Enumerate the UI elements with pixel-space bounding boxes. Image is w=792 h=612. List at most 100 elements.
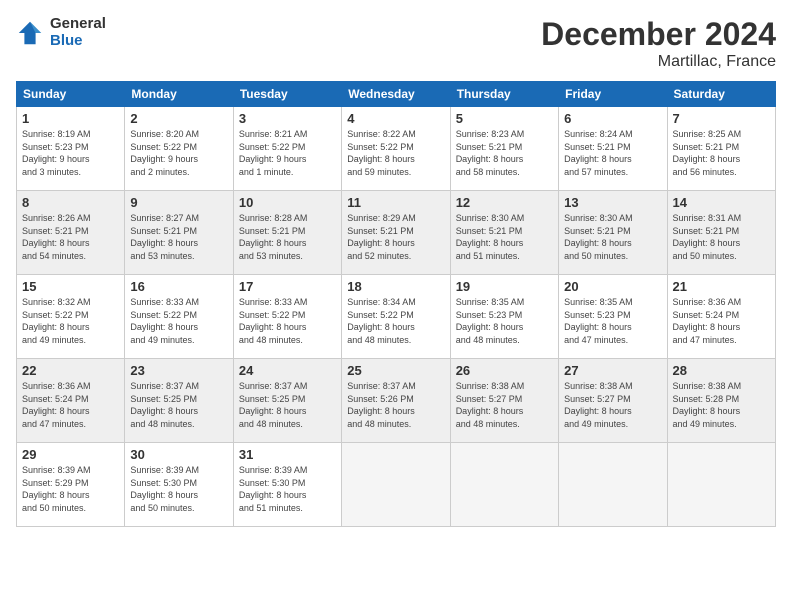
- calendar-day-8: 8 Sunrise: 8:26 AMSunset: 5:21 PMDaylight…: [17, 191, 125, 275]
- day-number: 13: [564, 195, 661, 210]
- calendar-header-tuesday: Tuesday: [233, 82, 341, 107]
- calendar-day-22: 22Sunrise: 8:36 AMSunset: 5:24 PMDayligh…: [17, 359, 125, 443]
- day-number: 28: [673, 363, 770, 378]
- calendar-week-row: 22Sunrise: 8:36 AMSunset: 5:24 PMDayligh…: [17, 359, 776, 443]
- calendar-day-19: 19Sunrise: 8:35 AMSunset: 5:23 PMDayligh…: [450, 275, 558, 359]
- day-info: Sunrise: 8:37 AMSunset: 5:26 PMDaylight:…: [347, 380, 444, 430]
- day-info: Sunrise: 8:32 AMSunset: 5:22 PMDaylight:…: [22, 296, 119, 346]
- day-info: Sunrise: 8:28 AMSunset: 5:21 PMDaylight:…: [239, 212, 336, 262]
- calendar-day-11: 11Sunrise: 8:29 AMSunset: 5:21 PMDayligh…: [342, 191, 450, 275]
- calendar-header-sunday: Sunday: [17, 82, 125, 107]
- calendar-day-10: 10 Sunrise: 8:28 AMSunset: 5:21 PMDayligh…: [233, 191, 341, 275]
- logo: General Blue: [16, 16, 106, 49]
- day-number: 9: [130, 195, 227, 210]
- day-number: 2: [130, 111, 227, 126]
- day-info: Sunrise: 8:29 AMSunset: 5:21 PMDaylight:…: [347, 212, 444, 262]
- day-number: 18: [347, 279, 444, 294]
- title-month: December 2024: [541, 16, 776, 53]
- day-number: 22: [22, 363, 119, 378]
- day-number: 5: [456, 111, 553, 126]
- calendar-day-7: 7Sunrise: 8:25 AMSunset: 5:21 PMDaylight…: [667, 107, 775, 191]
- calendar-day-31: 31Sunrise: 8:39 AMSunset: 5:30 PMDayligh…: [233, 443, 341, 527]
- calendar-week-row: 1 Sunrise: 8:19 AMSunset: 5:23 PMDaylight…: [17, 107, 776, 191]
- calendar-header-thursday: Thursday: [450, 82, 558, 107]
- calendar-header-monday: Monday: [125, 82, 233, 107]
- day-number: 23: [130, 363, 227, 378]
- day-info: Sunrise: 8:38 AMSunset: 5:27 PMDaylight:…: [456, 380, 553, 430]
- day-info: Sunrise: 8:37 AMSunset: 5:25 PMDaylight:…: [239, 380, 336, 430]
- day-info: Sunrise: 8:38 AMSunset: 5:27 PMDaylight:…: [564, 380, 661, 430]
- calendar-day-15: 15Sunrise: 8:32 AMSunset: 5:22 PMDayligh…: [17, 275, 125, 359]
- calendar-day-3: 3 Sunrise: 8:21 AMSunset: 5:22 PMDaylight…: [233, 107, 341, 191]
- calendar-day-5: 5 Sunrise: 8:23 AMSunset: 5:21 PMDaylight…: [450, 107, 558, 191]
- day-info: Sunrise: 8:39 AMSunset: 5:30 PMDaylight:…: [130, 464, 227, 514]
- calendar-header-saturday: Saturday: [667, 82, 775, 107]
- day-info: Sunrise: 8:33 AMSunset: 5:22 PMDaylight:…: [130, 296, 227, 346]
- day-info: Sunrise: 8:24 AMSunset: 5:21 PMDaylight:…: [564, 128, 661, 178]
- calendar-day-1: 1 Sunrise: 8:19 AMSunset: 5:23 PMDaylight…: [17, 107, 125, 191]
- day-number: 12: [456, 195, 553, 210]
- day-info: Sunrise: 8:34 AMSunset: 5:22 PMDaylight:…: [347, 296, 444, 346]
- calendar-day-16: 16 Sunrise: 8:33 AMSunset: 5:22 PMDayligh…: [125, 275, 233, 359]
- day-number: 6: [564, 111, 661, 126]
- calendar-day-21: 21 Sunrise: 8:36 AMSunset: 5:24 PMDayligh…: [667, 275, 775, 359]
- calendar-week-row: 15Sunrise: 8:32 AMSunset: 5:22 PMDayligh…: [17, 275, 776, 359]
- day-number: 4: [347, 111, 444, 126]
- day-info: Sunrise: 8:35 AMSunset: 5:23 PMDaylight:…: [564, 296, 661, 346]
- day-number: 25: [347, 363, 444, 378]
- day-number: 29: [22, 447, 119, 462]
- day-number: 21: [673, 279, 770, 294]
- title-location: Martillac, France: [541, 53, 776, 71]
- day-number: 8: [22, 195, 119, 210]
- calendar-day-13: 13 Sunrise: 8:30 AMSunset: 5:21 PMDayligh…: [559, 191, 667, 275]
- calendar-day-26: 26 Sunrise: 8:38 AMSunset: 5:27 PMDayligh…: [450, 359, 558, 443]
- calendar-header-row: SundayMondayTuesdayWednesdayThursdayFrid…: [17, 82, 776, 107]
- day-number: 1: [22, 111, 119, 126]
- header: General Blue December 2024 Martillac, Fr…: [16, 16, 776, 71]
- day-number: 3: [239, 111, 336, 126]
- calendar-day-empty: [667, 443, 775, 527]
- day-number: 16: [130, 279, 227, 294]
- day-info: Sunrise: 8:26 AMSunset: 5:21 PMDaylight:…: [22, 212, 119, 262]
- day-info: Sunrise: 8:23 AMSunset: 5:21 PMDaylight:…: [456, 128, 553, 178]
- day-number: 10: [239, 195, 336, 210]
- day-info: Sunrise: 8:31 AMSunset: 5:21 PMDaylight:…: [673, 212, 770, 262]
- calendar-day-30: 30 Sunrise: 8:39 AMSunset: 5:30 PMDayligh…: [125, 443, 233, 527]
- calendar-day-23: 23 Sunrise: 8:37 AMSunset: 5:25 PMDayligh…: [125, 359, 233, 443]
- calendar-day-6: 6 Sunrise: 8:24 AMSunset: 5:21 PMDaylight…: [559, 107, 667, 191]
- calendar-header-friday: Friday: [559, 82, 667, 107]
- day-number: 26: [456, 363, 553, 378]
- day-number: 17: [239, 279, 336, 294]
- day-info: Sunrise: 8:30 AMSunset: 5:21 PMDaylight:…: [456, 212, 553, 262]
- day-number: 19: [456, 279, 553, 294]
- calendar-day-14: 14Sunrise: 8:31 AMSunset: 5:21 PMDayligh…: [667, 191, 775, 275]
- calendar-day-empty: [342, 443, 450, 527]
- calendar-day-17: 17 Sunrise: 8:33 AMSunset: 5:22 PMDayligh…: [233, 275, 341, 359]
- calendar-week-row: 29Sunrise: 8:39 AMSunset: 5:29 PMDayligh…: [17, 443, 776, 527]
- calendar-day-empty: [450, 443, 558, 527]
- day-info: Sunrise: 8:33 AMSunset: 5:22 PMDaylight:…: [239, 296, 336, 346]
- day-info: Sunrise: 8:19 AMSunset: 5:23 PMDaylight:…: [22, 128, 119, 178]
- calendar-day-25: 25 Sunrise: 8:37 AMSunset: 5:26 PMDayligh…: [342, 359, 450, 443]
- day-number: 31: [239, 447, 336, 462]
- day-number: 27: [564, 363, 661, 378]
- calendar-day-24: 24 Sunrise: 8:37 AMSunset: 5:25 PMDayligh…: [233, 359, 341, 443]
- day-number: 24: [239, 363, 336, 378]
- day-number: 7: [673, 111, 770, 126]
- calendar-day-empty: [559, 443, 667, 527]
- calendar-day-27: 27 Sunrise: 8:38 AMSunset: 5:27 PMDayligh…: [559, 359, 667, 443]
- day-info: Sunrise: 8:20 AMSunset: 5:22 PMDaylight:…: [130, 128, 227, 178]
- calendar-day-2: 2 Sunrise: 8:20 AMSunset: 5:22 PMDaylight…: [125, 107, 233, 191]
- logo-text: General Blue: [50, 16, 106, 49]
- day-info: Sunrise: 8:27 AMSunset: 5:21 PMDaylight:…: [130, 212, 227, 262]
- calendar-table: SundayMondayTuesdayWednesdayThursdayFrid…: [16, 81, 776, 527]
- day-number: 20: [564, 279, 661, 294]
- day-info: Sunrise: 8:36 AMSunset: 5:24 PMDaylight:…: [673, 296, 770, 346]
- day-info: Sunrise: 8:30 AMSunset: 5:21 PMDaylight:…: [564, 212, 661, 262]
- calendar-day-12: 12 Sunrise: 8:30 AMSunset: 5:21 PMDayligh…: [450, 191, 558, 275]
- day-info: Sunrise: 8:37 AMSunset: 5:25 PMDaylight:…: [130, 380, 227, 430]
- day-info: Sunrise: 8:38 AMSunset: 5:28 PMDaylight:…: [673, 380, 770, 430]
- logo-general-text: General: [50, 16, 106, 33]
- day-info: Sunrise: 8:21 AMSunset: 5:22 PMDaylight:…: [239, 128, 336, 178]
- day-number: 30: [130, 447, 227, 462]
